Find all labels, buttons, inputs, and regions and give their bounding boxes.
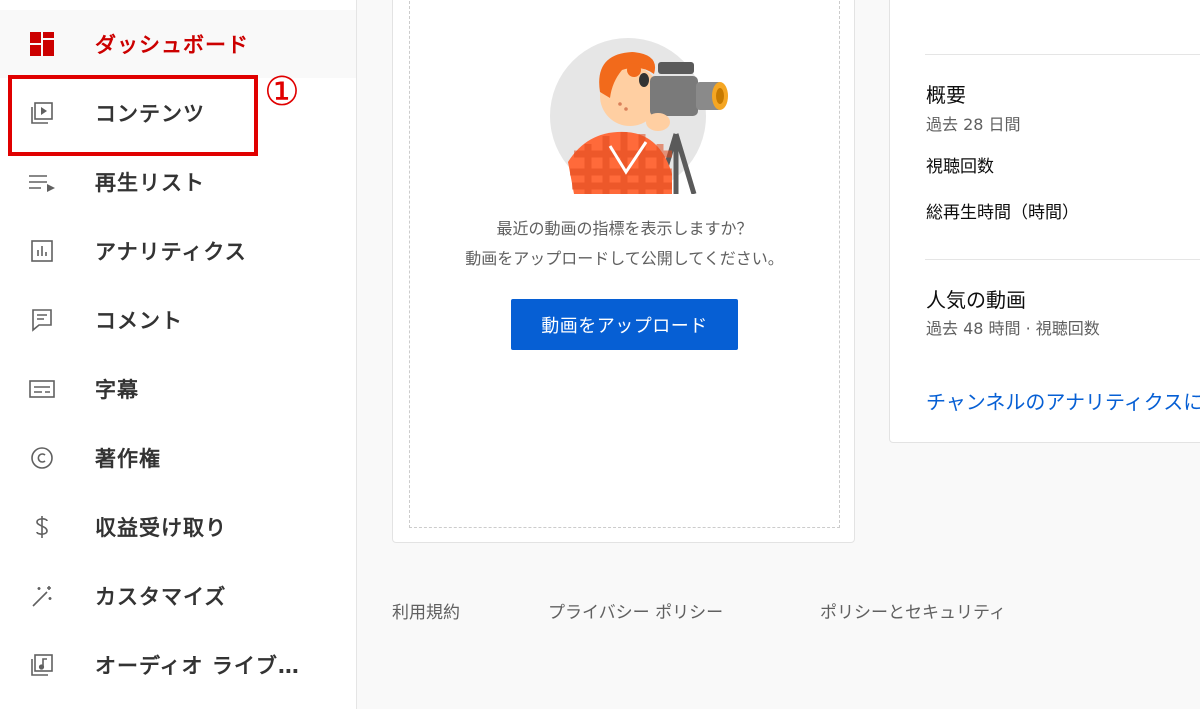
annotation-highlight-box [8, 75, 258, 156]
sidebar-item-analytics[interactable]: アナリティクス [0, 217, 356, 285]
divider [925, 259, 1200, 260]
sidebar-item-monetization[interactable]: 収益受け取り [0, 493, 356, 561]
dashboard-icon [26, 28, 58, 60]
camera-operator-illustration [548, 34, 728, 195]
sidebar-item-label: カスタマイズ [95, 585, 227, 609]
upload-video-button[interactable]: 動画をアップロード [511, 299, 738, 350]
sidebar-item-label: 字幕 [95, 378, 139, 402]
audio-library-icon [26, 649, 58, 681]
divider [925, 54, 1200, 55]
sidebar-item-comments[interactable]: コメント [0, 286, 356, 354]
summary-period: 過去 28 日間 [926, 115, 1021, 134]
upload-prompt-line2: 動画をアップロードして公開してください。 [465, 249, 784, 268]
annotation-number: ① [264, 69, 300, 115]
terms-link[interactable]: 利用規約 [392, 598, 460, 623]
subtitles-icon [26, 373, 58, 405]
sidebar-item-label: コメント [95, 309, 183, 333]
sidebar-item-customization[interactable]: カスタマイズ [0, 562, 356, 630]
sidebar-item-copyright[interactable]: 著作権 [0, 424, 356, 492]
top-videos-period: 過去 48 時間 · 視聴回数 [926, 319, 1100, 338]
copyright-icon [26, 442, 58, 474]
views-label: 視聴回数 [926, 157, 994, 177]
sidebar-item-audio-library[interactable]: オーディオ ライブ… [0, 631, 356, 699]
summary-title: 概要 [926, 83, 966, 107]
sidebar-item-label: オーディオ ライブ… [95, 654, 300, 678]
comment-icon [26, 304, 58, 336]
upload-prompt-line1: 最近の動画の指標を表示しますか？ [496, 219, 753, 238]
sidebar-item-label: 収益受け取り [95, 516, 227, 540]
policy-security-link[interactable]: ポリシーとセキュリティ [820, 598, 1006, 623]
magic-wand-icon [26, 580, 58, 612]
sidebar-item-label: ダッシュボード [95, 33, 249, 57]
channel-analytics-card: 概要 過去 28 日間 視聴回数 総再生時間（時間） 人気の動画 過去 48 時… [889, 0, 1200, 443]
playlist-icon [26, 166, 58, 198]
channel-analytics-link[interactable]: チャンネルのアナリティクスに [926, 386, 1200, 415]
analytics-icon [26, 235, 58, 267]
sidebar: ダッシュボード コンテンツ 再生リスト アナリティクス コメント 字幕 著作権 … [0, 0, 357, 709]
sidebar-item-playlists[interactable]: 再生リスト [0, 148, 356, 216]
privacy-policy-link[interactable]: プライバシー ポリシー [548, 598, 723, 623]
upload-card: 最近の動画の指標を表示しますか？ 動画をアップロードして公開してください。 動画… [392, 0, 855, 543]
sidebar-item-dashboard[interactable]: ダッシュボード [0, 10, 356, 78]
top-videos-title: 人気の動画 [926, 288, 1026, 312]
sidebar-item-label: アナリティクス [95, 240, 247, 264]
dollar-icon [26, 511, 58, 543]
sidebar-item-label: 著作権 [95, 447, 161, 471]
sidebar-item-subtitles[interactable]: 字幕 [0, 355, 356, 423]
watch-time-label: 総再生時間（時間） [926, 203, 1079, 223]
sidebar-item-label: 再生リスト [95, 171, 205, 195]
